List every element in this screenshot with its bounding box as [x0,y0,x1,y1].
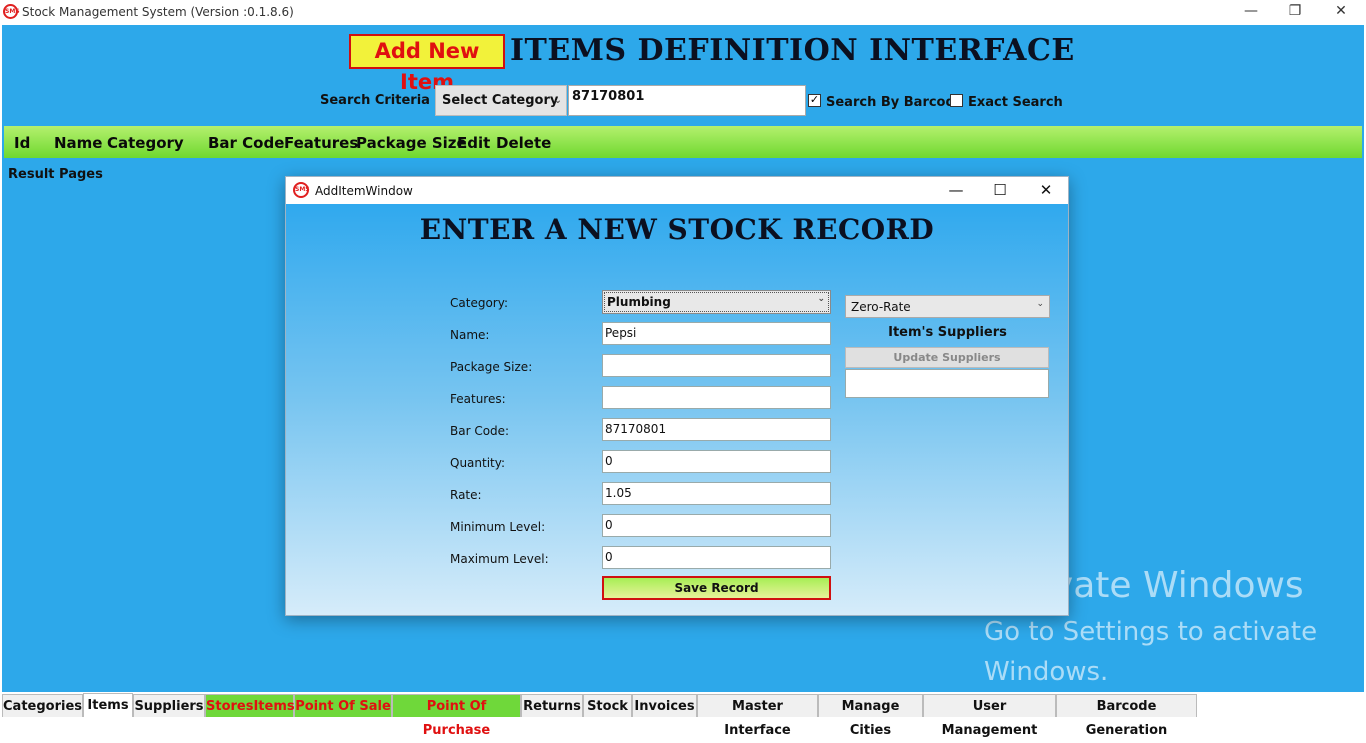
tab-invoices[interactable]: Invoices [632,694,697,717]
table-header: Id Name Category Bar Code Features Packa… [4,126,1362,158]
tab-stores-items[interactable]: StoresItems [205,694,295,717]
category-select[interactable]: Plumbing ⌄ [602,290,831,314]
tab-manage-cities[interactable]: Manage Cities [818,694,923,738]
tab-categories[interactable]: Categories [2,694,83,717]
barcode-label: Bar Code: [450,424,510,438]
tab-items[interactable]: Items [83,693,133,717]
tax-rate-select[interactable]: Zero-Rate ⌄ [845,295,1050,318]
chevron-down-icon: ⌄ [817,294,825,304]
minimum-level-field[interactable]: 0 [602,514,831,537]
app-title: Stock Management System (Version :0.1.8.… [22,5,294,19]
restore-icon[interactable]: ❐ [1272,0,1318,24]
suppliers-list[interactable] [845,369,1049,398]
result-pages-label: Result Pages [8,167,103,182]
activate-windows-line3: Windows. [984,657,1109,687]
add-item-dialog: SMS AddItemWindow — ☐ ✕ ENTER A NEW STOC… [285,176,1069,616]
minimize-icon[interactable]: — [1228,0,1274,24]
quantity-field[interactable]: 0 [602,450,831,473]
category-filter-value: Select Category [442,93,559,108]
search-criteria-label: Search Criteria [320,93,430,108]
activate-windows-line2: Go to Settings to activate [984,617,1318,647]
column-header-delete[interactable]: Delete [496,134,551,152]
app-logo-icon: SMS [3,4,20,19]
exact-search-label: Exact Search [968,95,1063,110]
name-label: Name: [450,328,490,342]
name-field[interactable]: Pepsi [602,322,831,345]
dialog-logo-icon: SMS [293,182,310,198]
chevron-down-icon: ⌄ [553,95,562,106]
tab-point-of-sale[interactable]: Point Of Sale [294,694,392,717]
package-size-label: Package Size: [450,360,533,374]
dialog-maximize-icon[interactable]: ☐ [977,177,1023,204]
category-filter-select[interactable]: Select Category ⌄ [435,85,567,116]
column-header-barcode[interactable]: Bar Code [208,134,284,152]
column-header-package-size[interactable]: Package Size [356,134,467,152]
exact-search-checkbox[interactable] [950,94,963,107]
tab-user-management[interactable]: User Management [923,694,1056,738]
tab-point-of-purchase[interactable]: Point Of Purchase [392,694,521,738]
column-header-edit[interactable]: Edit [457,134,490,152]
chevron-down-icon: ⌄ [1036,299,1044,309]
focus-outline [604,292,829,312]
maximum-level-field[interactable]: 0 [602,546,831,569]
tax-rate-value: Zero-Rate [851,300,911,314]
rate-field[interactable]: 1.05 [602,482,831,505]
app-titlebar: SMS Stock Management System (Version :0.… [0,0,1366,24]
dialog-close-icon[interactable]: ✕ [1023,177,1069,204]
minimum-level-label: Minimum Level: [450,520,546,534]
tab-stock[interactable]: Stock [583,694,632,717]
dialog-title: AddItemWindow [315,184,413,198]
column-header-category[interactable]: Category [107,134,184,152]
maximum-level-label: Maximum Level: [450,552,549,566]
close-icon[interactable]: ✕ [1318,0,1364,24]
tab-barcode-generation[interactable]: Barcode Generation [1056,694,1197,738]
search-input[interactable]: 87170801 [568,85,806,116]
tab-master-interface[interactable]: Master Interface [697,694,818,738]
search-by-barcode-label: Search By Barcode [826,95,964,110]
tab-suppliers[interactable]: Suppliers [133,694,205,717]
column-header-name[interactable]: Name [54,134,102,152]
features-field[interactable] [602,386,831,409]
quantity-label: Quantity: [450,456,506,470]
save-record-button[interactable]: Save Record [602,576,831,600]
package-size-field[interactable] [602,354,831,377]
dialog-heading: ENTER A NEW STOCK RECORD [419,213,935,246]
update-suppliers-button[interactable]: Update Suppliers [845,347,1049,368]
bottom-tab-bar: Categories Items Suppliers StoresItems P… [0,693,1366,738]
page-title: ITEMS DEFINITION INTERFACE [510,33,1075,68]
column-header-id[interactable]: Id [14,134,30,152]
add-new-item-button[interactable]: Add New Item [349,34,505,94]
rate-label: Rate: [450,488,482,502]
dialog-minimize-icon[interactable]: — [933,177,979,204]
features-label: Features: [450,392,506,406]
search-by-barcode-checkbox[interactable]: ✓ [808,94,821,107]
column-header-features[interactable]: Features [284,134,358,152]
item-suppliers-label: Item's Suppliers [888,325,1007,340]
barcode-field[interactable]: 87170801 [602,418,831,441]
dialog-titlebar[interactable]: SMS AddItemWindow — ☐ ✕ [286,177,1068,204]
category-label: Category: [450,296,508,310]
tab-returns[interactable]: Returns [521,694,583,717]
